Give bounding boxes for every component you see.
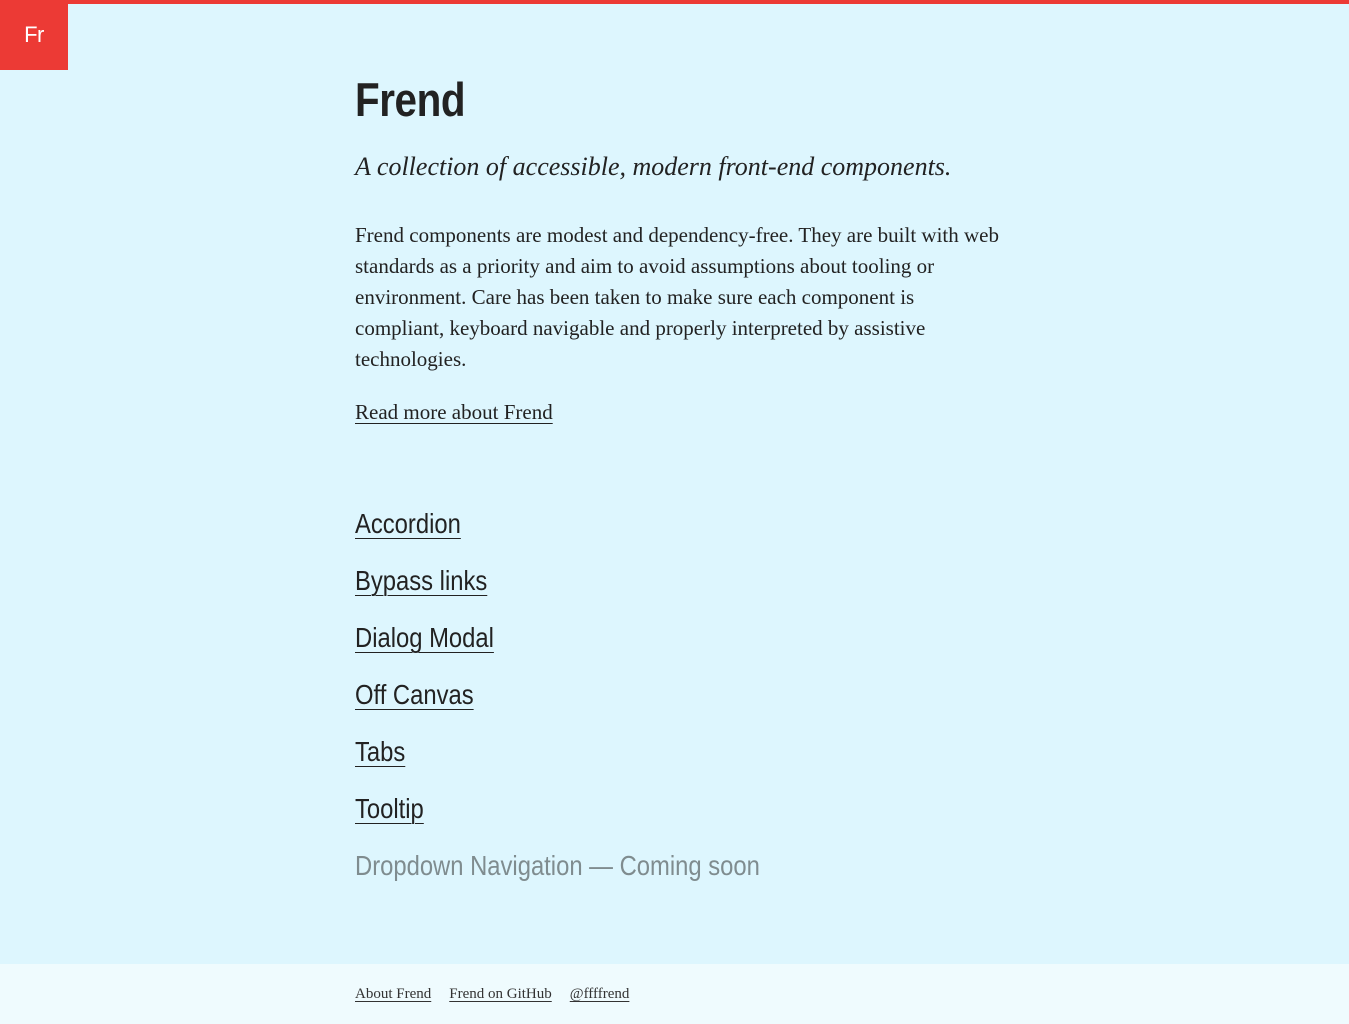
- intro-paragraph: Frend components are modest and dependen…: [355, 223, 999, 371]
- list-item: Accordion: [355, 503, 831, 560]
- logo-text: Fr: [24, 22, 44, 47]
- component-link-accordion[interactable]: Accordion: [355, 503, 461, 545]
- footer-link-github[interactable]: Frend on GitHub: [449, 984, 552, 1004]
- tagline: A collection of accessible, modern front…: [355, 152, 952, 181]
- footer-nav: About Frend Frend on GitHub @ffffrend: [355, 984, 629, 1004]
- page-footer: About Frend Frend on GitHub @ffffrend: [0, 964, 1349, 1024]
- read-more-link[interactable]: Read more about Frend: [355, 397, 553, 428]
- coming-soon-item: Dropdown Navigation — Coming soon: [355, 850, 760, 881]
- component-link-bypass-links[interactable]: Bypass links: [355, 560, 487, 602]
- component-link-dialog-modal[interactable]: Dialog Modal: [355, 617, 494, 659]
- home-logo-link[interactable]: Fr: [0, 0, 68, 70]
- component-link-tabs[interactable]: Tabs: [355, 731, 405, 773]
- top-accent-bar: [0, 0, 1349, 4]
- list-item: Tabs: [355, 731, 831, 788]
- list-item: Dialog Modal: [355, 617, 831, 674]
- list-item: Dropdown Navigation — Coming soon: [355, 845, 831, 902]
- component-link-tooltip[interactable]: Tooltip: [355, 788, 424, 830]
- list-item: Off Canvas: [355, 674, 831, 731]
- list-item: Bypass links: [355, 560, 831, 617]
- page-title: Frend: [355, 73, 466, 126]
- footer-link-twitter[interactable]: @ffffrend: [570, 984, 630, 1004]
- component-link-off-canvas[interactable]: Off Canvas: [355, 674, 474, 716]
- footer-link-about[interactable]: About Frend: [355, 984, 431, 1004]
- list-item: Tooltip: [355, 788, 831, 845]
- component-list: Accordion Bypass links Dialog Modal Off …: [355, 503, 831, 902]
